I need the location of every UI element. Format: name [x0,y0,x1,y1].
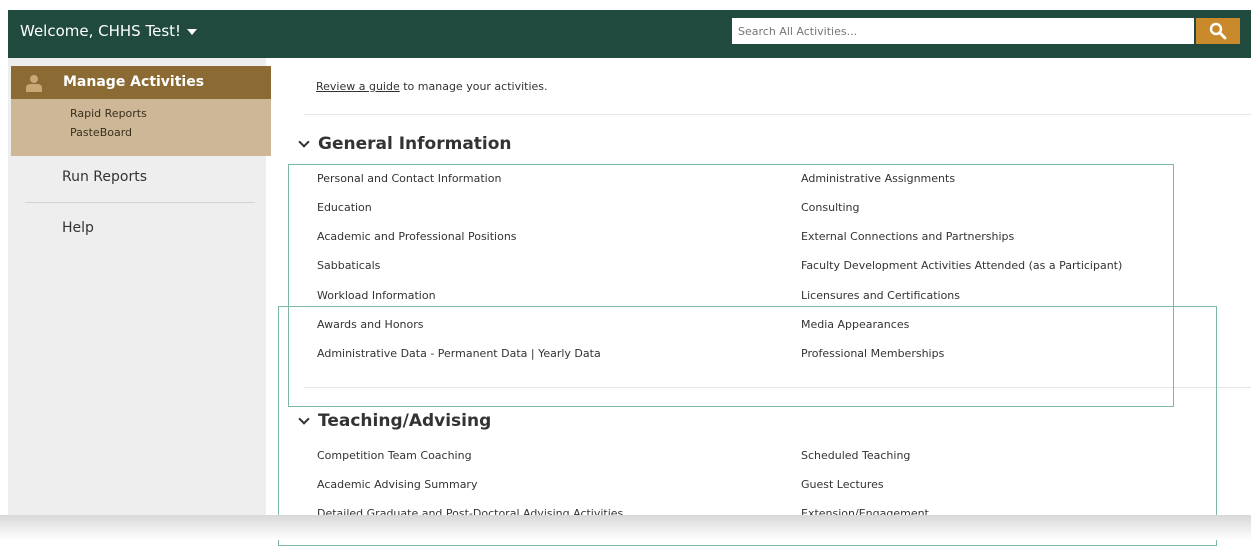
highlight-frame [278,306,1217,546]
chevron-down-icon [298,136,310,148]
review-guide-link[interactable]: Review a guide [316,80,400,93]
section-title: General Information [318,134,512,154]
caret-down-icon [187,28,198,35]
welcome-label: Welcome, CHHS Test! [20,22,182,40]
bottom-shadow [0,515,1251,540]
section-header-general-information[interactable]: General Information [296,134,512,154]
sidebar-submenu: Rapid Reports PasteBoard [11,99,271,156]
sidebar-item-help[interactable]: Help [62,220,94,236]
sidebar-subitem-rapid-reports[interactable]: Rapid Reports [70,107,147,120]
search-input[interactable] [732,18,1194,44]
user-menu[interactable]: Welcome, CHHS Test! [20,22,198,40]
separator [304,114,1251,115]
top-bar: Welcome, CHHS Test! [8,10,1251,58]
intro-rest: to manage your activities. [399,80,548,93]
sidebar: Manage Activities Rapid Reports PasteBoa… [8,58,271,540]
search-button[interactable] [1196,18,1240,44]
search-icon [1209,22,1227,40]
search-bar [732,18,1241,44]
intro-text: Review a guide to manage your activities… [316,80,548,93]
person-icon [26,75,42,92]
sidebar-subitem-pasteboard[interactable]: PasteBoard [70,126,132,139]
sidebar-item-manage-activities[interactable]: Manage Activities [11,66,271,99]
sidebar-item-run-reports[interactable]: Run Reports [62,169,147,185]
sidebar-divider [25,202,255,203]
main-content: Review a guide to manage your activities… [270,58,1251,546]
sidebar-item-label: Manage Activities [63,74,205,90]
